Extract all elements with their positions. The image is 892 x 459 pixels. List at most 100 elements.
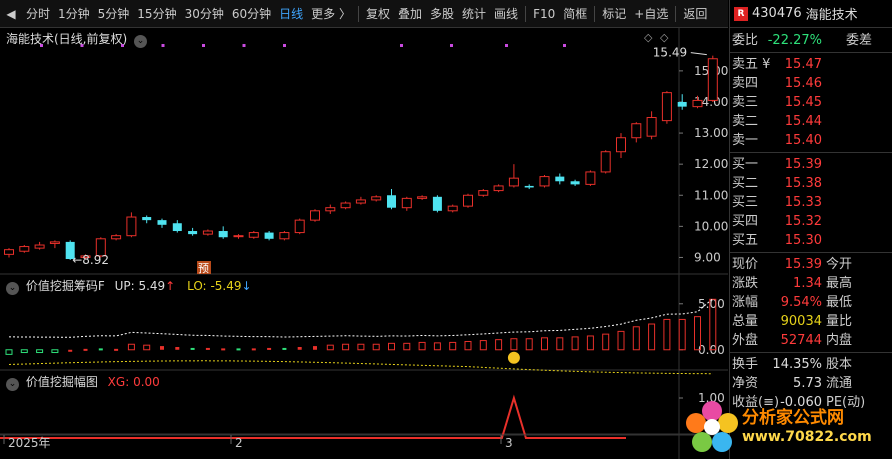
row-value: 5.73 xyxy=(793,376,822,391)
row-label: 卖二 xyxy=(732,114,759,129)
up-label: UP: xyxy=(114,279,135,293)
panel-row: 换手 14.35% 股本 xyxy=(730,355,892,374)
up-value: 5.49 xyxy=(138,279,166,293)
r-badge-icon: R xyxy=(734,6,748,21)
signal-dot xyxy=(283,44,286,47)
diamond-icon: ◇ xyxy=(660,31,669,44)
toolbar-item-17[interactable]: 返回 xyxy=(679,0,711,28)
candle-body-up xyxy=(493,185,504,192)
ind1-lower-line xyxy=(8,360,713,375)
divider xyxy=(730,352,892,353)
row-label: 买四 xyxy=(732,214,759,229)
candle-body-up xyxy=(661,92,672,122)
ind1-bar xyxy=(372,343,380,351)
ind1-bar xyxy=(267,347,272,350)
ind1-bar xyxy=(357,343,365,351)
ind1-bar xyxy=(632,326,640,351)
row-label: 总量 xyxy=(732,314,759,329)
candle-body-up xyxy=(692,99,703,108)
y-tick-label: 13.00 xyxy=(694,126,728,140)
toolbar-item-1[interactable]: 1分钟 xyxy=(54,0,94,28)
indicator2-name: 价值挖掘幅图 xyxy=(25,375,98,389)
toolbar-item-13[interactable]: F10 xyxy=(529,0,559,28)
row-value: 14.35% xyxy=(772,357,822,372)
toolbar-item-16[interactable]: +自选 xyxy=(630,0,672,28)
chevron-down-icon[interactable]: ⌄ xyxy=(134,35,148,48)
watermark-text: 分析家公式网 xyxy=(742,408,844,428)
row-label: 卖五 ¥ xyxy=(732,57,771,72)
candle-body-up xyxy=(4,249,14,255)
row-label-2: 股本 xyxy=(826,357,853,372)
row-label: 现价 xyxy=(732,257,759,272)
ind1-bar xyxy=(98,348,103,351)
candle-body-up xyxy=(202,230,213,235)
toolbar-item-0[interactable]: 分时 xyxy=(22,0,54,28)
toolbar-item-6[interactable]: 日线 xyxy=(275,0,307,28)
candle-body-down xyxy=(555,176,565,182)
toolbar-item-11[interactable]: 统计 xyxy=(458,0,490,28)
ind1-bar xyxy=(282,347,287,350)
ind1-bar xyxy=(678,318,686,351)
candle-body-up xyxy=(539,176,550,187)
candle-body-down xyxy=(218,231,228,238)
candle-body-up xyxy=(401,197,412,209)
toolbar-item-9[interactable]: 叠加 xyxy=(394,0,426,28)
toolbar-item-15[interactable]: 标记 xyxy=(598,0,630,28)
toolbar-separator xyxy=(594,5,596,22)
row-label-2: 最低 xyxy=(826,295,853,310)
row-value: 15.46 xyxy=(784,76,822,91)
toolbar-item-4[interactable]: 30分钟 xyxy=(181,0,228,28)
ind1-bar xyxy=(175,347,180,350)
toolbar-item-8[interactable]: 复权 xyxy=(362,0,394,28)
candle-body-up xyxy=(646,117,657,137)
ind2-line xyxy=(0,394,626,439)
toolbar-item-10[interactable]: 多股 xyxy=(426,0,458,28)
panel-header: R 430476 海能技术 xyxy=(730,0,892,28)
ind1-bar xyxy=(313,346,317,350)
candle-body-up xyxy=(631,123,642,139)
row-label: 买五 xyxy=(732,233,759,248)
money-bag-icon xyxy=(507,351,520,364)
chart-area[interactable]: 15.0014.0013.0012.0011.0010.009.00◇◇15.4… xyxy=(0,28,728,459)
chevron-down-icon[interactable]: ⌄ xyxy=(6,378,19,391)
row-label-2: 量比 xyxy=(826,314,853,329)
candle-body-up xyxy=(19,246,30,252)
toolbar-item-7[interactable]: 更多 〉 xyxy=(307,0,355,28)
row-value: 1.34 xyxy=(793,276,822,291)
toolbar-item-12[interactable]: 画线 xyxy=(490,0,522,28)
indicator1-title: ⌄ 价值挖掘筹码F UP: 5.49↑ LO: -5.49↓ xyxy=(6,277,252,295)
candle-body-down xyxy=(432,196,442,211)
ind1-bar xyxy=(433,342,441,351)
row-label: 买三 xyxy=(732,195,759,210)
candle-body-down xyxy=(157,220,167,225)
toolbar-item-14[interactable]: 简框 xyxy=(559,0,591,28)
row-label: 卖三 xyxy=(732,95,759,110)
candle-body-up xyxy=(600,151,611,173)
ind1-bar xyxy=(68,349,73,352)
y-tick-label: 11.00 xyxy=(694,188,728,202)
low-label: ←8.92 xyxy=(72,253,109,267)
candle-body-up xyxy=(463,194,473,207)
candle-body-down xyxy=(387,195,396,208)
divider xyxy=(730,52,892,53)
toolbar-item-5[interactable]: 60分钟 xyxy=(228,0,275,28)
ind1-bar xyxy=(663,318,671,351)
y-tick-label: 10.00 xyxy=(694,219,728,233)
ind1-bar xyxy=(5,349,13,355)
toolbar: ◀ 分时 1分钟 5分钟 15分钟 30分钟 60分钟 日线 更多 〉复权 叠加 多股 统计 画线 F1… xyxy=(0,0,728,28)
kline-chart[interactable]: 15.0014.0013.0012.0011.0010.009.00◇◇15.4… xyxy=(0,28,728,459)
toolbar-item-2[interactable]: 5分钟 xyxy=(94,0,134,28)
signal-dot xyxy=(400,44,403,47)
ind1-bar xyxy=(525,338,533,351)
row-value: 15.39 xyxy=(784,157,822,172)
back-icon[interactable]: ◀ xyxy=(0,0,22,28)
ind1-bar xyxy=(571,336,579,351)
chevron-down-icon[interactable]: ⌄ xyxy=(6,282,19,295)
toolbar-item-3[interactable]: 15分钟 xyxy=(133,0,180,28)
candle-body-up xyxy=(49,241,60,244)
ind1-bar xyxy=(510,338,518,351)
diamond-icon: ◇ xyxy=(644,31,653,44)
row-value: 15.32 xyxy=(784,214,822,229)
panel-row: 卖一 15.40 xyxy=(730,131,892,150)
candle-body-up xyxy=(417,196,428,199)
